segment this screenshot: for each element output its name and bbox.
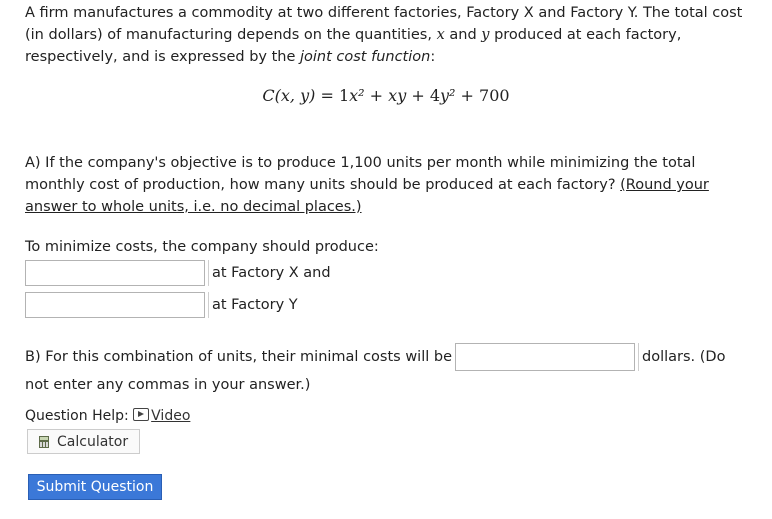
formula-t3: y² — [440, 86, 456, 105]
intro-line2a: (in dollars) of manufacturing depends on… — [25, 27, 437, 43]
problem-intro: A firm manufactures a commodity at two d… — [25, 2, 750, 68]
factory-x-input[interactable] — [25, 260, 205, 286]
question-help: Question Help: Video — [25, 408, 190, 424]
minimize-label: To minimize costs, the company should pr… — [25, 239, 379, 255]
question-help-label: Question Help: — [25, 408, 129, 424]
formula-t1: x² — [349, 86, 365, 105]
formula-c4: 700 — [479, 86, 510, 105]
formula-c1: 1 — [338, 86, 350, 105]
part-b-question: B) For this combination of units, their … — [25, 343, 750, 399]
calculator-label: Calculator — [57, 433, 129, 450]
calculator-icon — [39, 435, 49, 448]
factory-x-row: at Factory X and — [25, 258, 331, 288]
part-b-line2: not enter any commas in your answer.) — [25, 377, 311, 393]
var-x: x — [436, 27, 445, 43]
factory-y-row: at Factory Y — [25, 290, 298, 320]
video-link-label[interactable]: Video — [151, 408, 190, 424]
formula-lhs: C(x, y) = — [262, 86, 339, 105]
video-icon — [133, 408, 150, 421]
joint-cost-term: joint cost function — [300, 49, 431, 65]
intro-line3b: : — [430, 49, 436, 65]
video-link[interactable]: Video — [133, 408, 190, 424]
cost-formula: C(x, y) = 1x² + xy + 4y² + 700 — [0, 86, 772, 105]
intro-line2b: and — [444, 27, 482, 43]
intro-line2c: produced at each factory, — [489, 27, 682, 43]
formula-t2: xy — [388, 86, 407, 105]
formula-plus2: + — [406, 86, 430, 105]
factory-y-input[interactable] — [25, 292, 205, 318]
part-a-text: A) If the company's objective is to prod… — [25, 155, 696, 193]
part-a-question: A) If the company's objective is to prod… — [25, 152, 750, 218]
factory-y-label: at Factory Y — [208, 292, 298, 318]
part-b-text: B) For this combination of units, their … — [25, 349, 452, 365]
factory-x-label: at Factory X and — [208, 260, 331, 286]
calculator-button[interactable]: Calculator — [27, 429, 140, 454]
min-cost-input[interactable] — [455, 343, 635, 371]
intro-line1: A firm manufactures a commodity at two d… — [25, 5, 743, 21]
formula-plus1: + — [364, 86, 389, 105]
formula-c3: 4 — [429, 86, 440, 105]
submit-question-button[interactable]: Submit Question — [28, 474, 162, 500]
formula-plus3: + — [455, 86, 480, 105]
intro-line3a: respectively, and is expressed by the — [25, 49, 300, 65]
part-b-after: dollars. (Do — [638, 343, 725, 371]
